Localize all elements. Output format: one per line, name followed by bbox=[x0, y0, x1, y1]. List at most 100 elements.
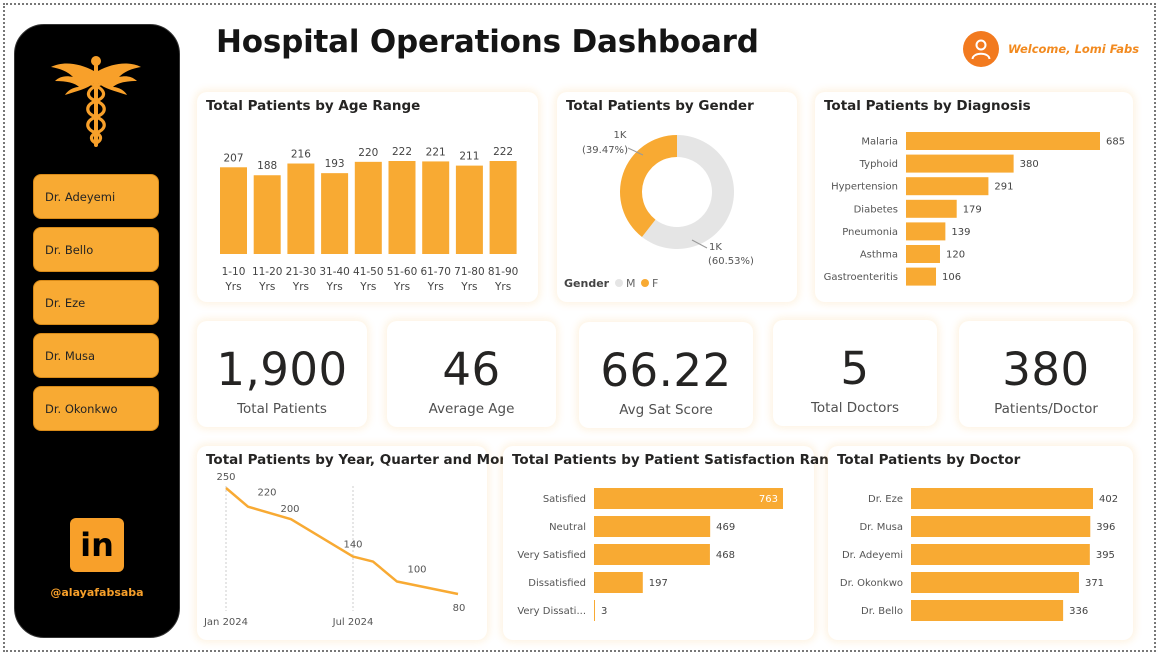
data-label: 222 bbox=[392, 146, 412, 158]
diagnosis-bar-chart: Malaria 685 Typhoid 380 Hypertension 291 Diabe… bbox=[824, 132, 1125, 286]
legend-marker bbox=[641, 279, 649, 287]
tick-label: 21-30 bbox=[286, 266, 317, 278]
category-label: Satisfied bbox=[543, 494, 586, 505]
bar bbox=[906, 222, 946, 241]
welcome-message: Welcome, Lomi Fabs bbox=[1008, 42, 1140, 56]
doctor-button-label: Dr. Adeyemi bbox=[45, 189, 116, 204]
data-label: 222 bbox=[493, 146, 513, 158]
doctor-button-musa[interactable]: Dr. Musa bbox=[33, 333, 159, 378]
satisfaction-card: Total Patients by Patient Satisfaction R… bbox=[503, 446, 848, 640]
category-label: Dr. Eze bbox=[868, 494, 903, 505]
bar bbox=[906, 267, 937, 286]
doctor-button-bello[interactable]: Dr. Bello bbox=[33, 227, 159, 272]
legend-title: Gender bbox=[564, 277, 610, 290]
series-line bbox=[225, 487, 459, 596]
category-label: Very Satisfied bbox=[517, 550, 586, 561]
tick-label: 11-20 bbox=[252, 266, 283, 278]
bar bbox=[911, 516, 1091, 537]
data-label: 207 bbox=[223, 152, 243, 164]
kpi-value: 1,900 bbox=[216, 343, 348, 396]
doctor-card: Total Patients by Doctor Dr. Eze 402 Dr. M… bbox=[828, 446, 1133, 640]
bar bbox=[354, 161, 382, 254]
category-label: Dissatisfied bbox=[528, 578, 586, 589]
data-label: 763 bbox=[759, 494, 778, 505]
tick-label: Yrs bbox=[325, 281, 342, 293]
data-label: 179 bbox=[963, 204, 982, 215]
user-icon bbox=[971, 39, 991, 60]
kpi-label: Patients/Doctor bbox=[994, 401, 1098, 417]
bar bbox=[911, 488, 1093, 509]
slice-value-label: 1K bbox=[614, 130, 627, 141]
tick-label: Yrs bbox=[258, 281, 275, 293]
data-label: 3 bbox=[601, 606, 607, 617]
bar bbox=[594, 600, 595, 621]
linkedin-icon[interactable]: in bbox=[70, 518, 124, 572]
linkedin-logo-text: in bbox=[80, 526, 114, 564]
tick-label: 31-40 bbox=[319, 266, 350, 278]
bar bbox=[594, 544, 710, 565]
legend-label: M bbox=[626, 277, 636, 290]
slice-pct-label: (39.47%) bbox=[582, 145, 628, 156]
tick-label: Jan 2024 bbox=[203, 617, 248, 628]
kpi-label: Avg Sat Score bbox=[619, 402, 713, 418]
doctor-button-label: Dr. Eze bbox=[45, 295, 86, 310]
satisfaction-bar-chart: Satisfied 763 Neutral 469 Very Satisfied 468 D… bbox=[517, 488, 783, 621]
doctor-button-adeyemi[interactable]: Dr. Adeyemi bbox=[33, 174, 159, 219]
data-label: 120 bbox=[946, 250, 965, 261]
tick-label: Yrs bbox=[427, 281, 444, 293]
linkedin-handle[interactable]: @alayafabsaba bbox=[14, 586, 180, 599]
slice-pct-label: (60.53%) bbox=[708, 256, 754, 267]
bar bbox=[906, 177, 989, 196]
data-label: 371 bbox=[1085, 578, 1104, 589]
diagnosis-card: Total Patients by Diagnosis Malaria 685 Ty… bbox=[815, 92, 1133, 302]
tick-label: 81-90 bbox=[488, 266, 519, 278]
bar bbox=[594, 488, 783, 509]
bar bbox=[422, 161, 450, 254]
tick-label: Yrs bbox=[292, 281, 309, 293]
bar bbox=[906, 132, 1100, 150]
tick-label: Yrs bbox=[359, 281, 376, 293]
bar bbox=[594, 516, 711, 537]
kpi-label: Average Age bbox=[428, 401, 515, 417]
data-label: 396 bbox=[1096, 522, 1115, 533]
tick-label: 41-50 bbox=[353, 266, 384, 278]
bar bbox=[489, 161, 517, 254]
bar bbox=[455, 165, 483, 254]
point-label: 250 bbox=[216, 472, 235, 483]
patients-trend-line-chart: 250 220 200 140 100 80 Jan 2024 Jul 2024 bbox=[203, 472, 466, 628]
bar bbox=[220, 167, 247, 254]
data-label: 685 bbox=[1106, 137, 1125, 148]
bar bbox=[594, 572, 643, 593]
kpi-value: 46 bbox=[442, 343, 501, 396]
bar bbox=[906, 245, 940, 263]
category-label: Neutral bbox=[549, 522, 586, 533]
tick-label: 61-70 bbox=[420, 266, 451, 278]
doctor-button-okonkwo[interactable]: Dr. Okonkwo bbox=[33, 386, 159, 431]
kpi-value: 380 bbox=[1002, 343, 1090, 396]
kpi-average-age: 46 Average Age bbox=[387, 321, 556, 427]
doctor-button-eze[interactable]: Dr. Eze bbox=[33, 280, 159, 325]
age-range-card: Total Patients by Age Range 207 1-10 Yrs 18… bbox=[197, 92, 538, 302]
slice-value-label: 1K bbox=[709, 242, 722, 253]
page-title: Hospital Operations Dashboard bbox=[216, 24, 759, 60]
donut-slice bbox=[620, 135, 677, 237]
tick-label: Jul 2024 bbox=[332, 617, 374, 628]
gender-donut-chart: 1K (60.53%) 1K (39.47%) Gender M F bbox=[564, 130, 754, 290]
category-label: Diabetes bbox=[854, 204, 898, 215]
tick-label: Yrs bbox=[494, 281, 511, 293]
bar bbox=[388, 161, 416, 254]
data-label: 395 bbox=[1096, 550, 1115, 561]
bar bbox=[911, 544, 1090, 565]
data-label: 336 bbox=[1069, 606, 1088, 617]
user-avatar-icon[interactable] bbox=[963, 31, 999, 67]
age-range-bar-chart: 207 1-10 Yrs 188 11-20 Yrs 216 21-30 Yrs 193 31-40… bbox=[220, 146, 519, 293]
data-label: 469 bbox=[716, 522, 735, 533]
bar bbox=[253, 175, 281, 254]
gender-card: Total Patients by Gender 1K (60.53%) 1K (39… bbox=[557, 92, 797, 302]
data-label: 380 bbox=[1020, 159, 1039, 170]
point-label: 80 bbox=[453, 603, 466, 614]
category-label: Gastroenteritis bbox=[824, 272, 898, 283]
caduceus-logo bbox=[51, 56, 141, 147]
bar bbox=[287, 163, 315, 254]
category-label: Asthma bbox=[860, 250, 898, 261]
